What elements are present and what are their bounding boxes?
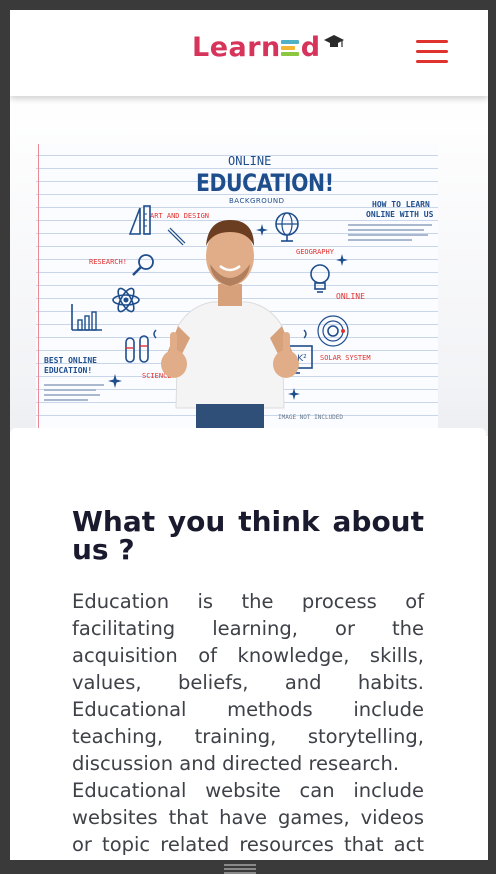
label-solar-system: SOLAR SYSTEM: [320, 354, 371, 362]
label-how-to: HOW TO LEARN: [372, 200, 430, 209]
image-title-top: ONLINE: [228, 154, 272, 168]
solar-system-icon: [317, 315, 349, 347]
placeholder-text-left: [44, 384, 104, 404]
sparkle-icon: [108, 374, 122, 388]
about-card: What you think about us ? Education is t…: [10, 428, 486, 860]
bar-chart-icon: [71, 304, 102, 331]
label-education: EDUCATION!: [44, 366, 93, 375]
image-title-sub: BACKGROUND: [229, 197, 285, 205]
phone-screen: Learn d ONLINE EDUCATION! BACKGROUND ART …: [10, 10, 488, 860]
graduation-cap-icon: [324, 35, 344, 47]
atom-icon: [112, 287, 140, 313]
logo-text-learn: Learn: [192, 32, 281, 63]
lightbulb-icon: [310, 264, 330, 293]
smiling-student-photo: [153, 220, 307, 430]
section-body: Education is the process of facilitating…: [72, 588, 424, 860]
sparkle-icon: [336, 254, 348, 266]
label-online-with-us: ONLINE WITH US: [366, 210, 434, 219]
label-online: ONLINE: [336, 292, 365, 301]
placeholder-text-right: [348, 224, 432, 244]
bottom-drag-handle[interactable]: [224, 864, 256, 874]
label-research: RESEARCH!: [89, 258, 127, 266]
logo-text-d: d: [300, 32, 321, 63]
hamburger-menu-icon[interactable]: [416, 40, 448, 64]
section-title: What you think about us ?: [72, 505, 424, 566]
site-header: Learn d: [10, 10, 488, 96]
paragraph-education: Education is the process of facilitating…: [72, 590, 424, 775]
hero-image: ONLINE EDUCATION! BACKGROUND ART AND DES…: [10, 96, 488, 436]
label-best-online: BEST ONLINE: [44, 356, 97, 365]
site-logo[interactable]: Learn d: [192, 32, 321, 72]
paragraph-website: Educational website can include websites…: [72, 779, 424, 856]
logo-e-stripes-icon: [280, 39, 301, 57]
image-title-main: EDUCATION!: [196, 169, 334, 197]
